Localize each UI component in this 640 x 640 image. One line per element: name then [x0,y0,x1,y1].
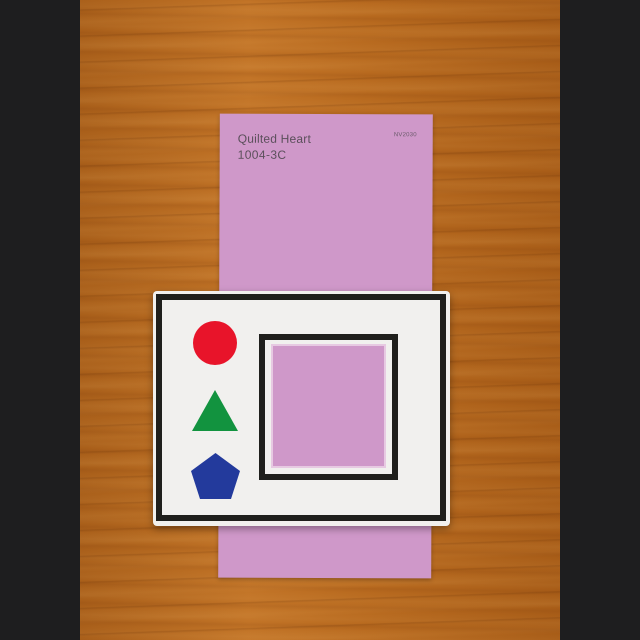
paint-chip-code: 1004-3C [237,147,287,162]
red-circle-icon [193,321,237,365]
left-border [0,0,80,640]
blue-pentagon-icon [191,453,240,499]
right-border [560,0,640,640]
green-triangle-icon [192,390,238,431]
paint-chip-id: NV2030 [393,132,417,139]
color-window-cutout [271,344,386,468]
paint-chip-name: Quilted Heart [237,131,312,146]
photo-scene: Quilted Heart 1004-3C NV2030 [0,0,640,640]
viewer-card [153,291,450,526]
color-window-frame [259,334,398,480]
